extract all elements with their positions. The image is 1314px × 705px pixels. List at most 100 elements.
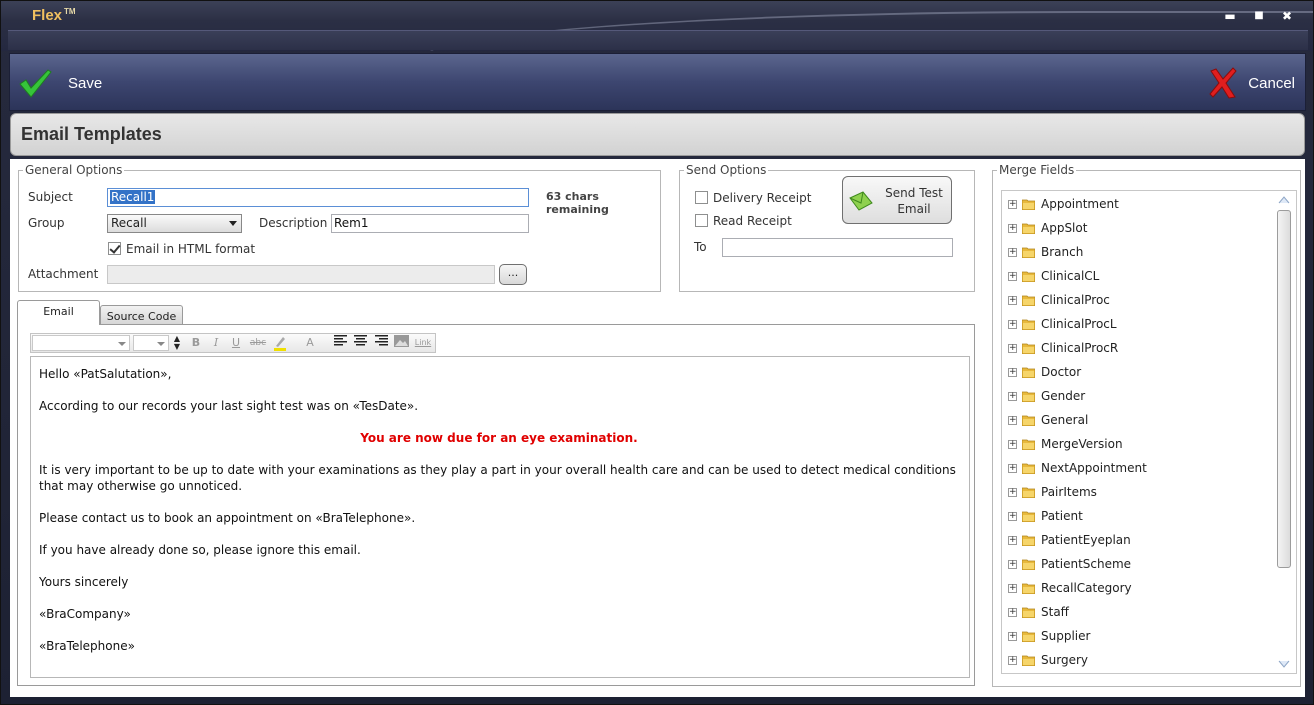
size-stepper-icon[interactable]: ▲ ▼ [172,335,182,351]
expand-icon[interactable]: + [1008,583,1017,593]
close-button[interactable]: ✖ [1280,9,1294,23]
expand-icon[interactable]: + [1008,199,1017,209]
attachment-input[interactable] [107,265,495,284]
merge-field-item[interactable]: + ClinicalProc [1008,290,1110,310]
subject-input[interactable]: Recall1 [107,188,529,207]
general-options-legend: General Options [25,163,123,177]
merge-field-item[interactable]: + ClinicalProcR [1008,338,1118,358]
email-body-editor[interactable]: Hello «PatSalutation», According to our … [30,356,970,678]
expand-icon[interactable]: + [1008,367,1017,377]
expand-icon[interactable]: + [1008,511,1017,521]
body-line: Hello «PatSalutation», [39,367,172,381]
link-button[interactable]: Link [412,335,434,351]
merge-field-item[interactable]: + Doctor [1008,362,1081,382]
folder-icon [1022,391,1035,402]
expand-icon[interactable]: + [1008,655,1017,665]
minimize-button[interactable]: ▬ [1223,9,1237,23]
description-label: Description [259,216,328,230]
chevron-down-icon [118,342,126,346]
expand-icon[interactable]: + [1008,223,1017,233]
chevron-down-icon [157,342,165,346]
tab-email[interactable]: Email [17,300,100,325]
merge-field-item[interactable]: + Staff [1008,602,1069,622]
merge-field-item[interactable]: + Supplier [1008,626,1090,646]
toolbar: Save Cancel [9,53,1306,111]
send-options-legend: Send Options [686,163,767,177]
body-line: «BraCompany» [39,607,131,621]
page-title: Email Templates [21,124,162,144]
maximize-button[interactable]: ■ [1252,9,1266,23]
font-name-select[interactable] [32,335,130,351]
folder-icon [1022,367,1035,378]
send-test-email-button[interactable]: Send Test Email [842,176,952,224]
merge-field-item[interactable]: + Gender [1008,386,1085,406]
group-select[interactable]: Recall [107,214,242,233]
expand-icon[interactable]: + [1008,295,1017,305]
align-right-icon[interactable] [372,335,390,351]
merge-field-item[interactable]: + PatientEyeplan [1008,530,1131,550]
scroll-down-icon[interactable] [1278,659,1290,669]
expand-icon[interactable]: + [1008,343,1017,353]
read-receipt-label: Read Receipt [713,214,792,228]
delivery-receipt-label: Delivery Receipt [713,191,812,205]
merge-field-item[interactable]: + Branch [1008,242,1083,262]
strikethrough-button[interactable]: abc [247,335,269,351]
image-icon[interactable] [392,335,410,351]
highlight-icon[interactable] [271,335,289,351]
merge-field-label: Doctor [1041,365,1082,379]
cancel-button[interactable]: Cancel [1208,54,1295,112]
merge-field-item[interactable]: + MergeVersion [1008,434,1123,454]
save-button[interactable]: Save [18,54,102,112]
description-input[interactable]: Rem1 [331,214,529,233]
browse-button[interactable]: ... [499,264,527,285]
merge-field-item[interactable]: + General [1008,410,1088,430]
body-line: Yours sincerely [39,575,129,589]
tree-scrollbar[interactable] [1276,193,1292,671]
expand-icon[interactable]: + [1008,415,1017,425]
underline-button[interactable]: U [227,335,245,351]
merge-field-item[interactable]: + PairItems [1008,482,1097,502]
merge-field-label: ClinicalProcR [1041,341,1119,355]
align-center-icon[interactable] [351,335,369,351]
expand-icon[interactable]: + [1008,487,1017,497]
align-left-icon[interactable] [331,335,349,351]
font-color-button[interactable]: A [301,335,319,351]
scroll-up-icon[interactable] [1278,195,1290,205]
font-size-select[interactable] [133,335,169,351]
merge-fields-group: Merge Fields + Appointment + AppSlot + Branch… [992,163,1301,687]
merge-field-item[interactable]: + NextAppointment [1008,458,1147,478]
merge-field-label: Patient [1041,509,1083,523]
merge-field-item[interactable]: + ClinicalCL [1008,266,1099,286]
expand-icon[interactable]: + [1008,631,1017,641]
italic-button[interactable]: I [207,335,225,351]
expand-icon[interactable]: + [1008,607,1017,617]
cancel-label: Cancel [1248,74,1295,92]
html-format-checkbox[interactable] [108,242,121,255]
html-format-label: Email in HTML format [126,242,256,256]
email-tab-panel: ▲ ▼ B I U abc A Link Hello «PatSalutatio… [17,324,975,686]
app-window: Flex TM ▬ ■ ✖ Save Cancel Email Templates… [0,0,1314,705]
expand-icon[interactable]: + [1008,463,1017,473]
expand-icon[interactable]: + [1008,559,1017,569]
expand-icon[interactable]: + [1008,247,1017,257]
bold-button[interactable]: B [187,335,205,351]
expand-icon[interactable]: + [1008,439,1017,449]
merge-field-item[interactable]: + AppSlot [1008,218,1087,238]
merge-field-item[interactable]: + ClinicalProcL [1008,314,1117,334]
expand-icon[interactable]: + [1008,535,1017,545]
merge-field-label: PatientEyeplan [1041,533,1131,547]
merge-field-item[interactable]: + Patient [1008,506,1083,526]
delivery-receipt-checkbox[interactable] [695,191,708,204]
expand-icon[interactable]: + [1008,391,1017,401]
expand-icon[interactable]: + [1008,319,1017,329]
expand-icon[interactable]: + [1008,271,1017,281]
scrollbar-thumb[interactable] [1277,210,1291,568]
merge-field-item[interactable]: + RecallCategory [1008,578,1132,598]
merge-field-label: PairItems [1041,485,1097,499]
general-options-group: General Options Subject Recall1 63 chars… [18,163,661,292]
to-input[interactable] [722,238,953,257]
read-receipt-checkbox[interactable] [695,214,708,227]
merge-field-item[interactable]: + Surgery [1008,650,1088,670]
merge-field-item[interactable]: + Appointment [1008,194,1119,214]
merge-field-item[interactable]: + PatientScheme [1008,554,1131,574]
